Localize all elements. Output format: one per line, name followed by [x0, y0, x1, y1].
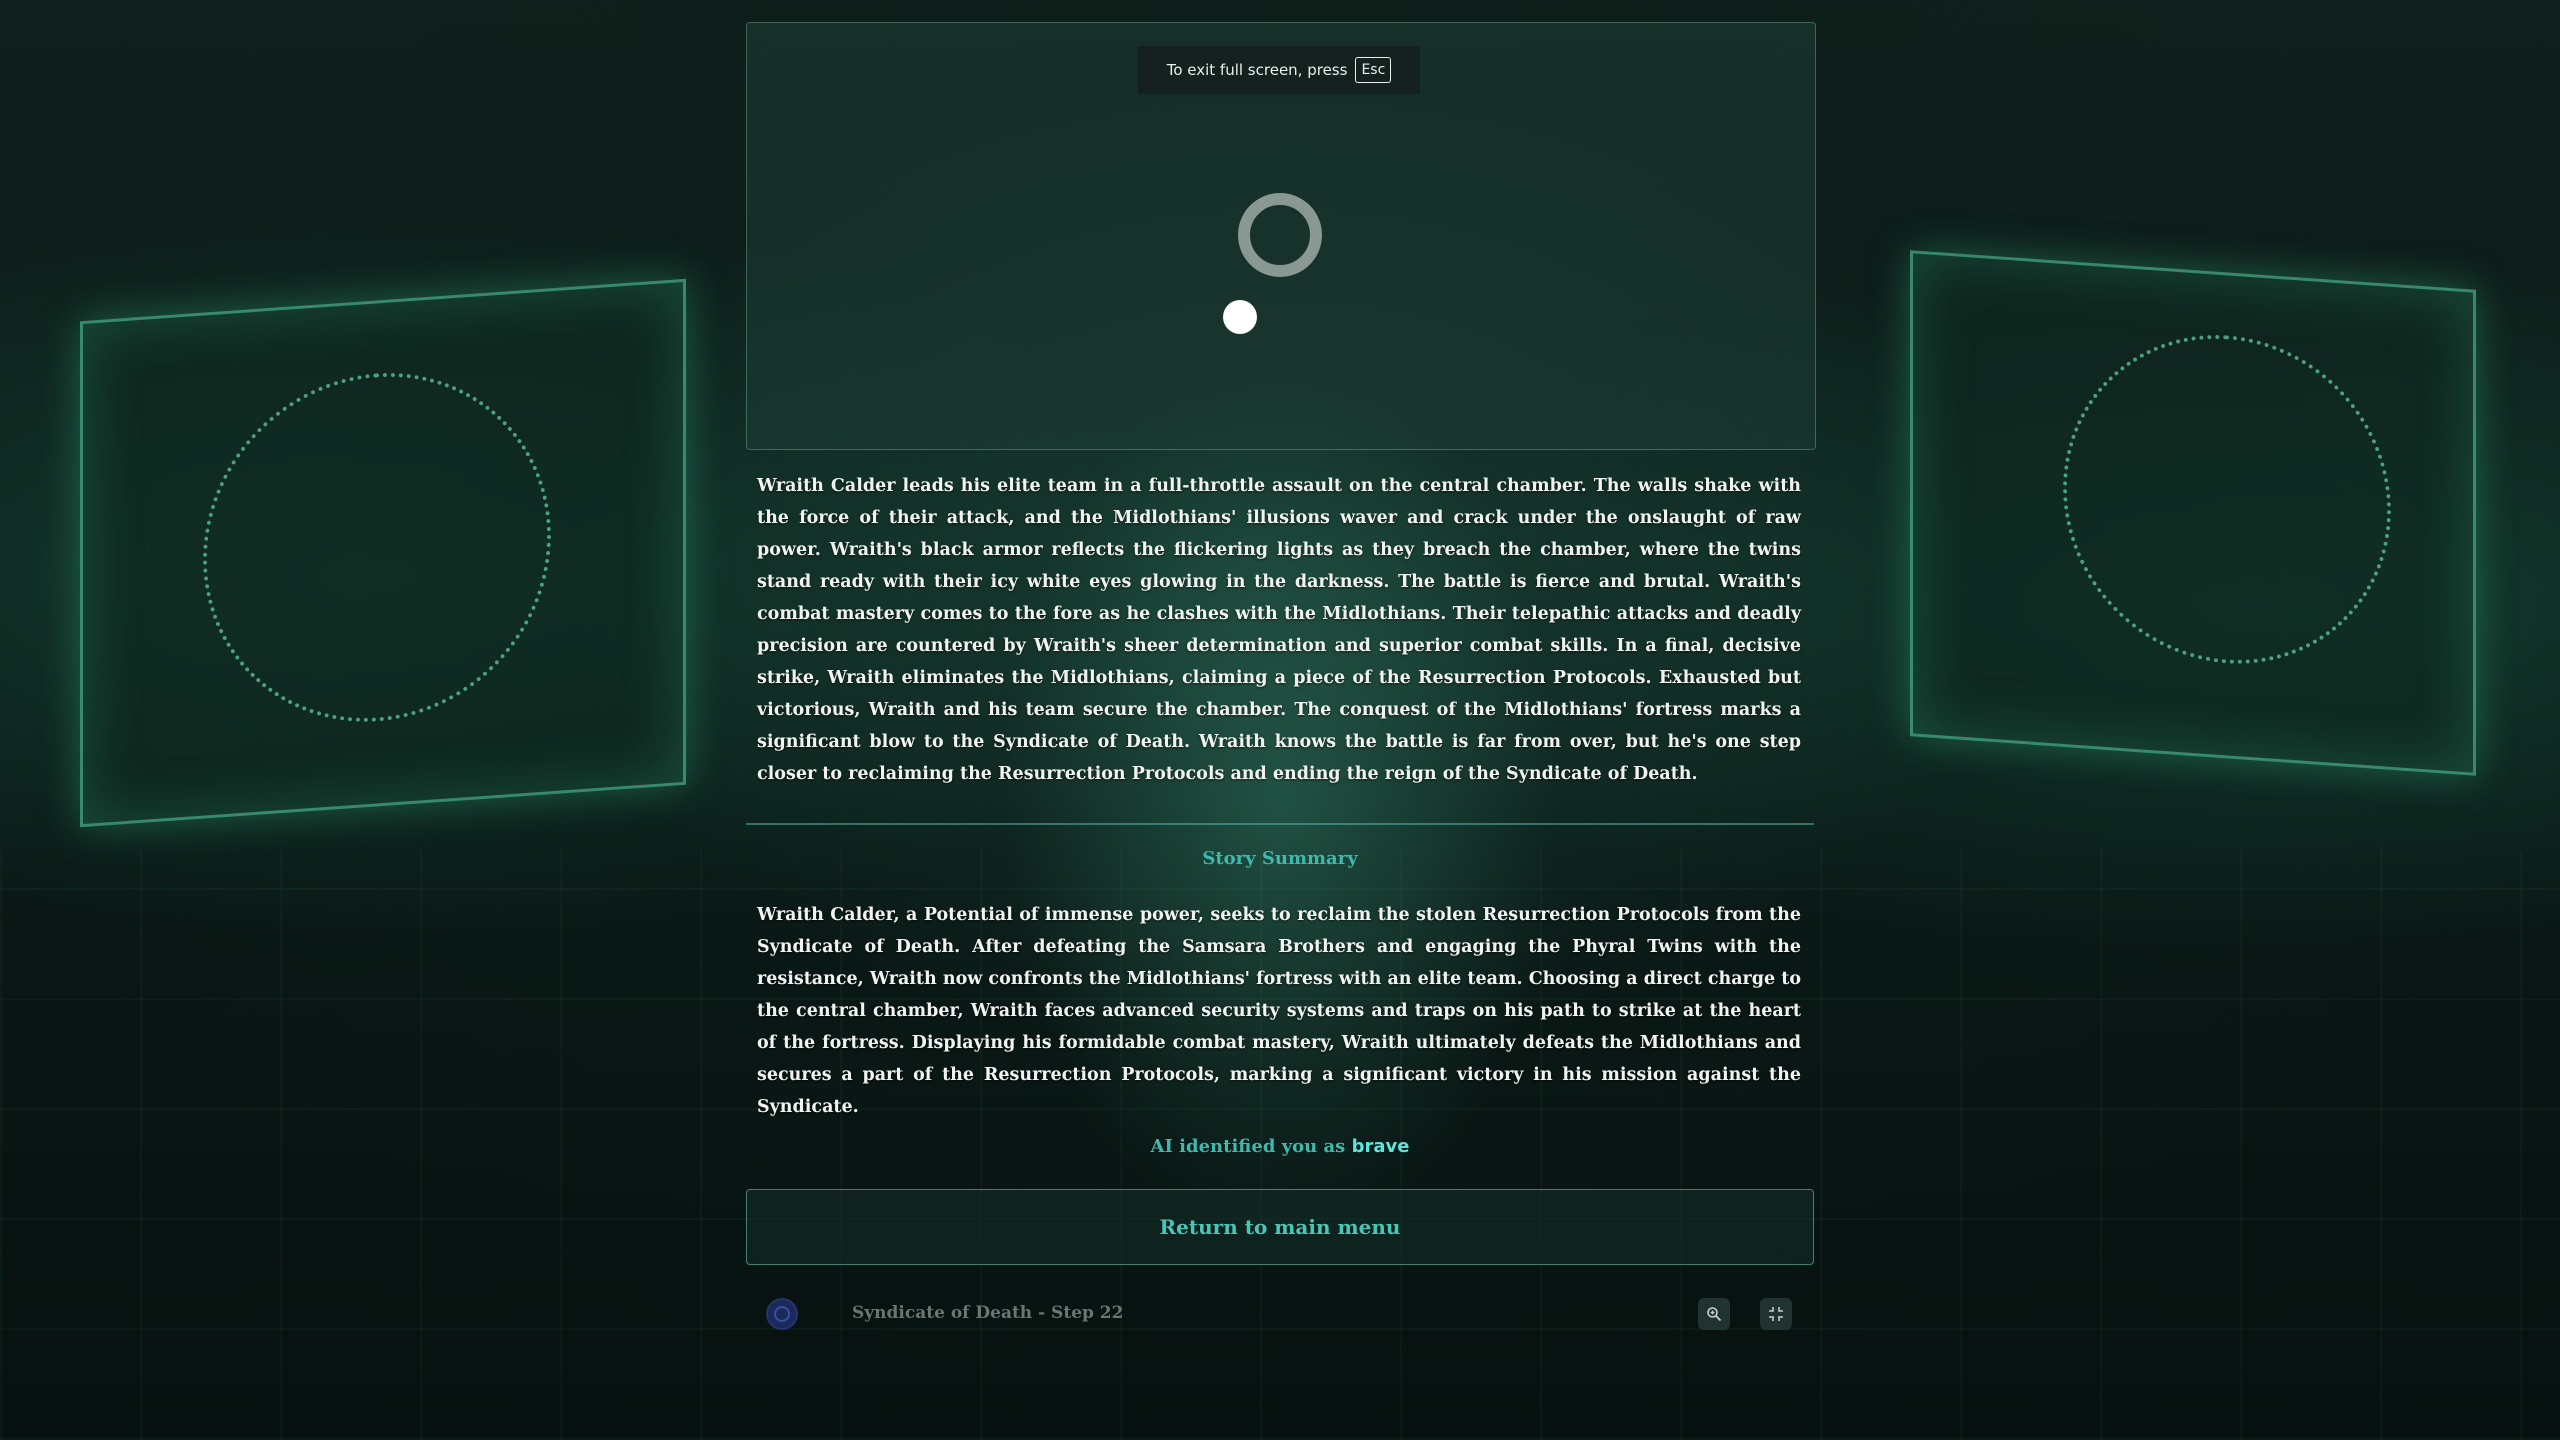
story-text: Wraith Calder leads his elite team in a … [757, 476, 1801, 784]
rune-ring [203, 361, 551, 734]
zoom-in-icon[interactable] [1698, 1298, 1730, 1330]
zoom-in-glyph [1707, 1307, 1722, 1322]
glowing-cube-left [80, 278, 686, 828]
footer-bar: Syndicate of Death - Step 22 [746, 1290, 1814, 1340]
ai-identification-prefix: AI identified you as [1150, 1136, 1346, 1157]
rune-ring [2063, 323, 2391, 675]
fullscreen-exit-glyph [1769, 1307, 1783, 1321]
divider [746, 823, 1814, 825]
app-logo-inner [774, 1306, 790, 1322]
fullscreen-exit-icon[interactable] [1760, 1298, 1792, 1330]
app-logo-icon[interactable] [766, 1298, 798, 1330]
fullscreen-notice: To exit full screen, press Esc [1138, 46, 1420, 94]
esc-key: Esc [1355, 57, 1392, 83]
fullscreen-notice-text: To exit full screen, press [1166, 61, 1348, 79]
ai-identification: AI identified you as brave [746, 1136, 1814, 1157]
loading-dot-icon [1223, 300, 1257, 334]
return-to-main-menu-button[interactable]: Return to main menu [746, 1189, 1814, 1265]
glowing-cube-right [1910, 250, 2476, 776]
footer-title: Syndicate of Death - Step 22 [852, 1303, 1124, 1323]
summary-text: Wraith Calder, a Potential of immense po… [757, 905, 1801, 1117]
loading-spinner-icon [1238, 193, 1322, 277]
ai-identification-trait: brave [1351, 1136, 1410, 1157]
summary-title: Story Summary [1202, 848, 1358, 869]
